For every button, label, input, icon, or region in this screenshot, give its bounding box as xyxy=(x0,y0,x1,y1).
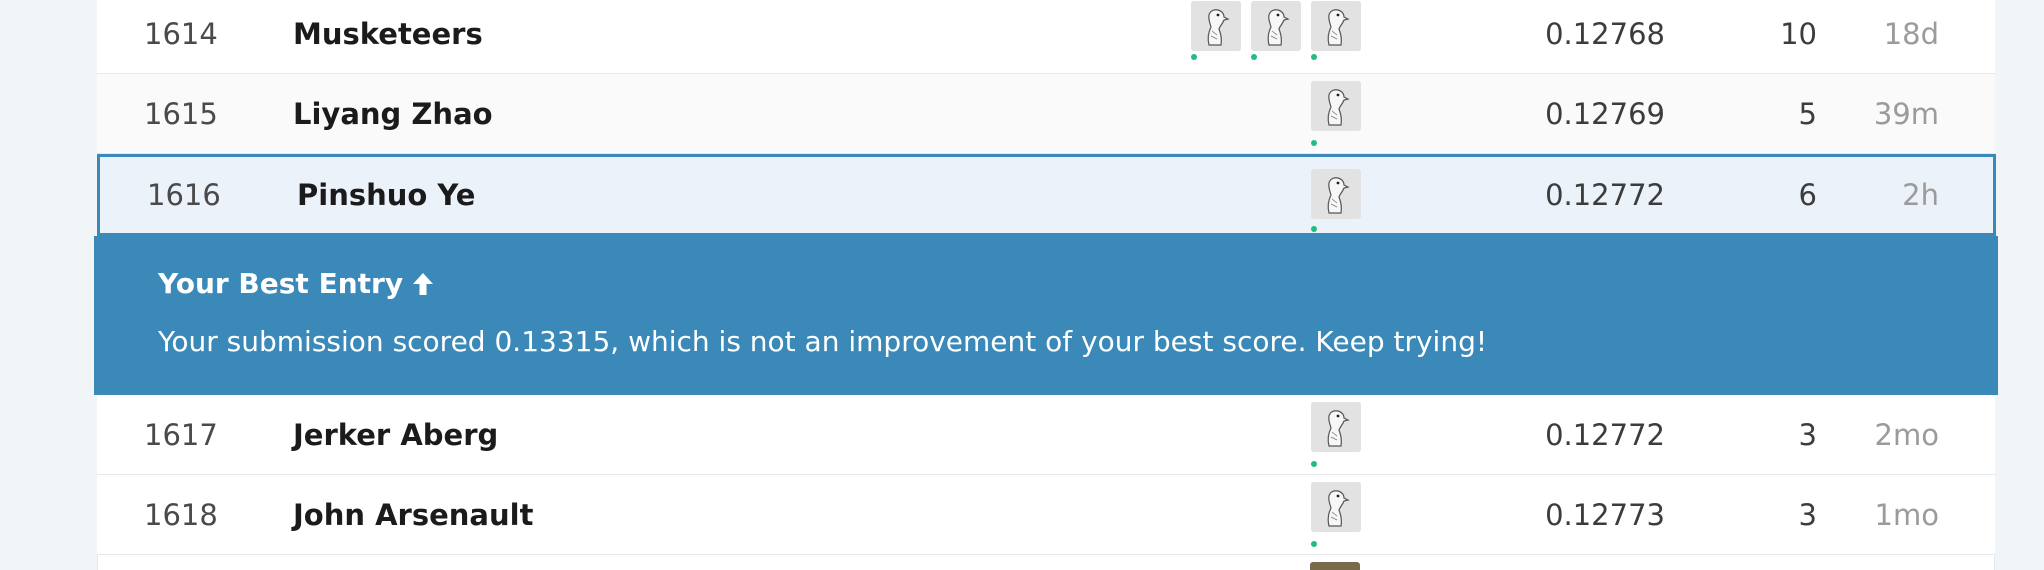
team-name[interactable]: Liyang Zhao xyxy=(293,74,493,153)
goose-avatar-icon[interactable] xyxy=(1251,1,1301,51)
team-name[interactable]: Jerker Aberg xyxy=(293,395,498,474)
goose-avatar-icon[interactable] xyxy=(1191,1,1241,51)
online-indicator xyxy=(1311,226,1317,232)
team-name[interactable]: Musketeers xyxy=(293,0,483,73)
team-score: 0.12772 xyxy=(1545,178,1665,212)
online-indicator xyxy=(1251,54,1257,60)
rank-number: 1618 xyxy=(144,497,218,532)
rank-number: 1615 xyxy=(144,96,218,131)
goose-avatar-icon[interactable] xyxy=(1311,482,1361,532)
leaderboard-row[interactable]: 1618 John Arsenault 0.12773 3 1mo xyxy=(97,475,1995,555)
team-name[interactable]: Pinshuo Ye xyxy=(297,157,475,233)
goose-avatar-icon[interactable] xyxy=(1311,1,1361,51)
last-submission-time: 18d xyxy=(1883,16,1939,51)
entry-count: 6 xyxy=(1798,178,1817,212)
banner-title: Your Best Entry xyxy=(158,267,435,300)
last-submission-time: 2h xyxy=(1902,178,1939,212)
team-name[interactable]: John Arsenault xyxy=(293,475,533,554)
team-score: 0.12768 xyxy=(1545,16,1665,51)
user-avatar[interactable] xyxy=(1310,562,1360,570)
team-score: 0.12773 xyxy=(1545,497,1665,532)
banner-title-text: Your Best Entry xyxy=(158,267,404,300)
last-submission-time: 1mo xyxy=(1874,497,1939,532)
online-indicator xyxy=(1311,140,1317,146)
goose-avatar-icon[interactable] xyxy=(1311,81,1361,131)
last-submission-time: 2mo xyxy=(1874,417,1939,452)
entry-count: 3 xyxy=(1798,417,1817,452)
online-indicator xyxy=(1311,54,1317,60)
leaderboard-row[interactable]: 1615 Liyang Zhao 0.12769 5 39m xyxy=(97,74,1995,154)
goose-avatar-icon[interactable] xyxy=(1311,402,1361,452)
goose-avatar-icon[interactable] xyxy=(1311,169,1361,219)
last-submission-time: 39m xyxy=(1873,96,1939,131)
arrow-up-icon xyxy=(413,272,434,295)
online-indicator xyxy=(1311,541,1317,547)
best-entry-banner: Your Best Entry Your submission scored 0… xyxy=(94,236,1998,395)
online-indicator xyxy=(1191,54,1197,60)
team-score: 0.12772 xyxy=(1545,417,1665,452)
leaderboard-row[interactable]: 1614 Musketeers 0.12768 10 18d xyxy=(97,0,1995,74)
entry-count: 3 xyxy=(1798,497,1817,532)
leaderboard-row[interactable]: 1617 Jerker Aberg 0.12772 3 2mo xyxy=(97,395,1995,475)
my-team-row[interactable]: 1616 Pinshuo Ye 0.12772 6 2h xyxy=(97,154,1996,236)
entry-count: 10 xyxy=(1780,16,1817,51)
rank-number: 1614 xyxy=(144,16,218,51)
online-indicator xyxy=(1311,461,1317,467)
banner-message: Your submission scored 0.13315, which is… xyxy=(158,325,1488,358)
team-score: 0.12769 xyxy=(1545,96,1665,131)
rank-number: 1617 xyxy=(144,417,218,452)
rank-number: 1616 xyxy=(147,178,221,212)
entry-count: 5 xyxy=(1798,96,1817,131)
